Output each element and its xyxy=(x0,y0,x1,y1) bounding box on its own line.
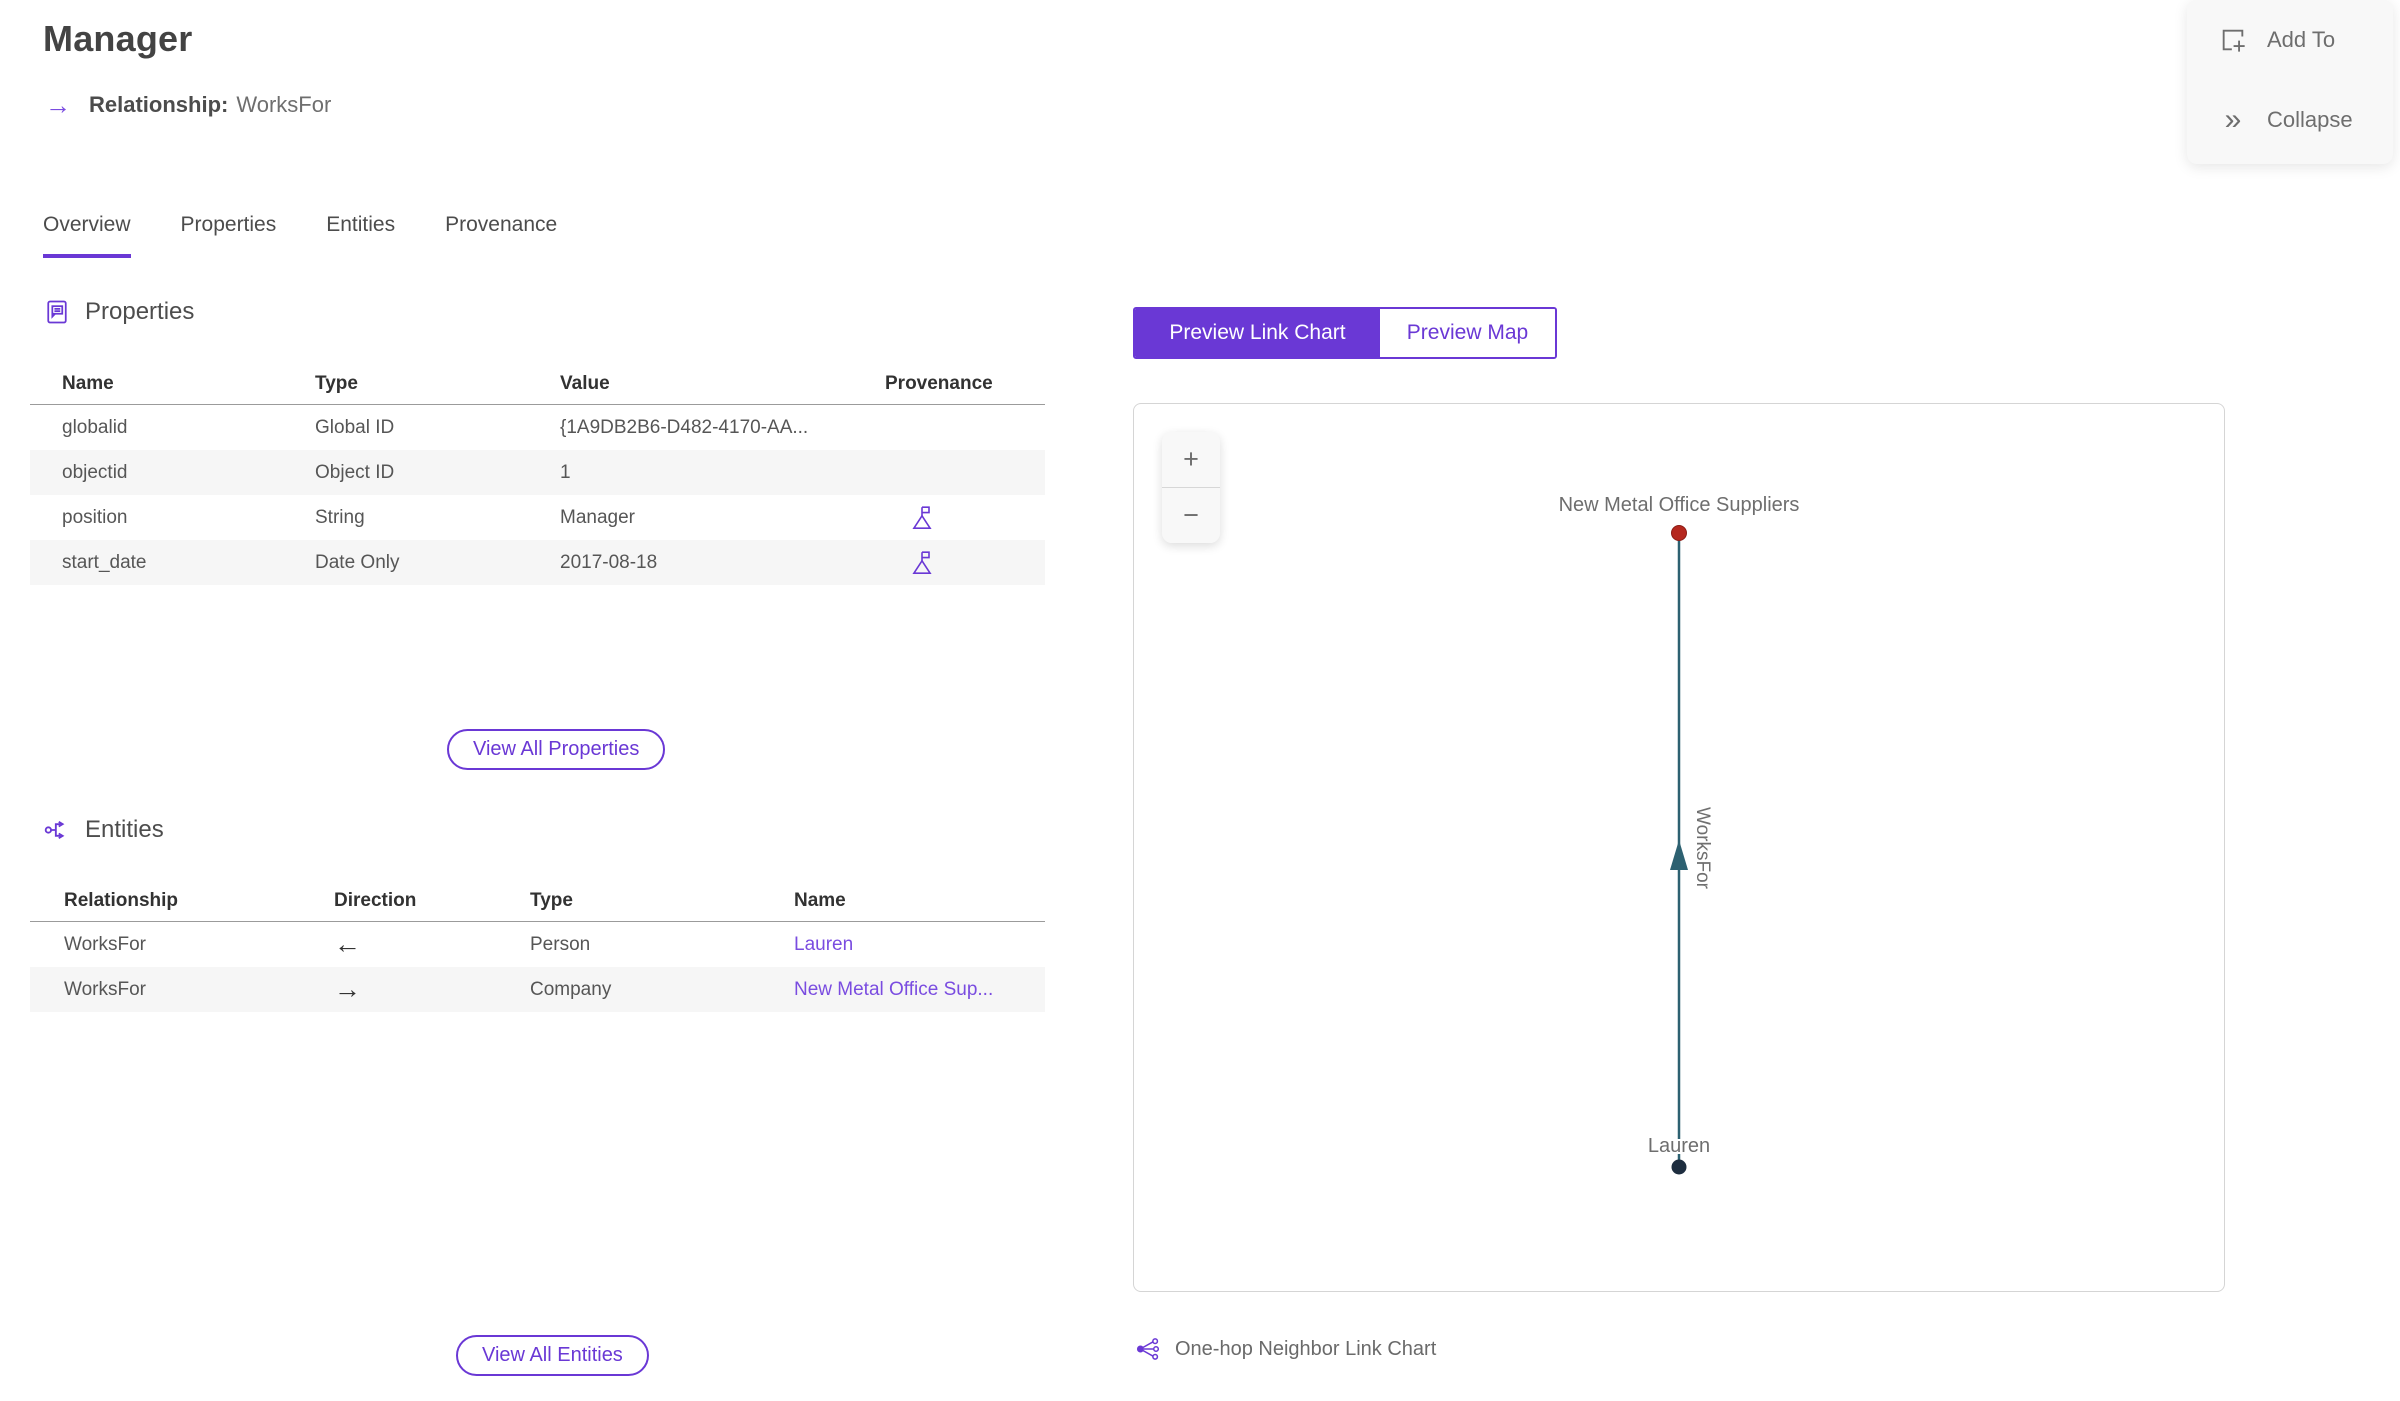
tab-provenance[interactable]: Provenance xyxy=(445,213,557,258)
entity-link[interactable]: Lauren xyxy=(794,934,1044,956)
edge-label: WorksFor xyxy=(1692,807,1713,890)
relationship-label: Relationship: xyxy=(89,92,229,117)
entity-detail-page: Manager → Relationship: WorksFor Add To … xyxy=(0,0,2400,1401)
edge-arrowhead xyxy=(1670,840,1688,870)
one-hop-icon xyxy=(1136,1338,1160,1360)
tab-properties[interactable]: Properties xyxy=(181,213,277,258)
tab-entities[interactable]: Entities xyxy=(326,213,395,258)
tab-overview[interactable]: Overview xyxy=(43,213,131,258)
view-all-entities-button[interactable]: View All Entities xyxy=(456,1335,649,1376)
node-company[interactable] xyxy=(1671,525,1687,541)
entities-section-header: Entities xyxy=(43,816,164,844)
zoom-in-button[interactable]: + xyxy=(1162,432,1220,487)
col-direction: Direction xyxy=(334,889,417,911)
preview-toggle: Preview Link Chart Preview Map xyxy=(1133,307,1557,359)
relationship-subtitle: → Relationship: WorksFor xyxy=(45,92,331,118)
table-row: objectid Object ID 1 xyxy=(30,450,1045,495)
col-provenance: Provenance xyxy=(885,372,993,394)
entities-icon xyxy=(44,821,65,839)
add-to-label: Add To xyxy=(2267,27,2336,52)
col-type: Type xyxy=(530,889,573,911)
provenance-flag-icon[interactable] xyxy=(909,504,1045,532)
node-label-bottom: Lauren xyxy=(1648,1135,1710,1157)
col-type: Type xyxy=(315,372,358,394)
col-value: Value xyxy=(560,372,610,394)
table-row: start_date Date Only 2017-08-18 xyxy=(30,540,1045,585)
add-to-icon xyxy=(2217,26,2249,54)
direction-left-arrow: ← xyxy=(334,929,361,959)
col-name: Name xyxy=(62,372,114,394)
entities-table-header: Relationship Direction Type Name xyxy=(30,880,1045,922)
properties-section-header: Properties xyxy=(43,298,194,326)
preview-link-chart-button[interactable]: Preview Link Chart xyxy=(1135,309,1380,357)
relationship-value: WorksFor xyxy=(236,92,332,117)
table-row: position String Manager xyxy=(30,495,1045,540)
link-chart-svg: WorksFor New Metal Office Suppliers Laur… xyxy=(1557,492,1801,1175)
table-row: WorksFor ← Person Lauren xyxy=(30,922,1045,967)
collapse-button[interactable]: » Collapse xyxy=(2217,96,2393,144)
floating-actions-panel: Add To » Collapse xyxy=(2187,0,2393,164)
zoom-out-button[interactable]: − xyxy=(1162,488,1220,543)
add-to-button[interactable]: Add To xyxy=(2217,16,2393,64)
properties-table-header: Name Type Value Provenance xyxy=(30,363,1045,405)
col-relationship: Relationship xyxy=(64,889,179,911)
table-row: globalid Global ID {1A9DB2B6-D482-4170-A… xyxy=(62,416,809,438)
properties-icon xyxy=(47,300,67,324)
page-title: Manager xyxy=(43,18,193,59)
detail-tabs: Overview Properties Entities Provenance xyxy=(43,213,557,258)
entities-section-title: Entities xyxy=(85,816,164,843)
chart-caption: One-hop Neighbor Link Chart xyxy=(1135,1336,1436,1362)
collapse-label: Collapse xyxy=(2267,107,2353,132)
preview-map-button[interactable]: Preview Map xyxy=(1380,309,1555,357)
relationship-arrow-icon: → xyxy=(45,90,71,120)
col-name: Name xyxy=(794,889,846,911)
direction-right-arrow: → xyxy=(334,974,361,1004)
chart-caption-label: One-hop Neighbor Link Chart xyxy=(1175,1337,1437,1360)
zoom-control: + − xyxy=(1162,432,1220,543)
view-all-properties-button[interactable]: View All Properties xyxy=(447,729,666,770)
provenance-flag-icon[interactable] xyxy=(909,549,1045,577)
collapse-icon: » xyxy=(2224,103,2242,136)
node-person[interactable] xyxy=(1671,1159,1687,1175)
link-chart-canvas[interactable]: + − WorksFor New Metal Office Suppliers … xyxy=(1133,403,2225,1292)
entities-table: Relationship Direction Type Name WorksFo… xyxy=(30,880,1045,1012)
table-row: WorksFor → Company New Metal Office Sup.… xyxy=(30,967,1045,1012)
properties-section-title: Properties xyxy=(85,298,195,325)
properties-table: Name Type Value Provenance globalid Glob… xyxy=(30,363,1045,585)
node-label-top: New Metal Office Suppliers xyxy=(1559,494,1800,516)
entity-link[interactable]: New Metal Office Sup... xyxy=(794,979,1044,1001)
